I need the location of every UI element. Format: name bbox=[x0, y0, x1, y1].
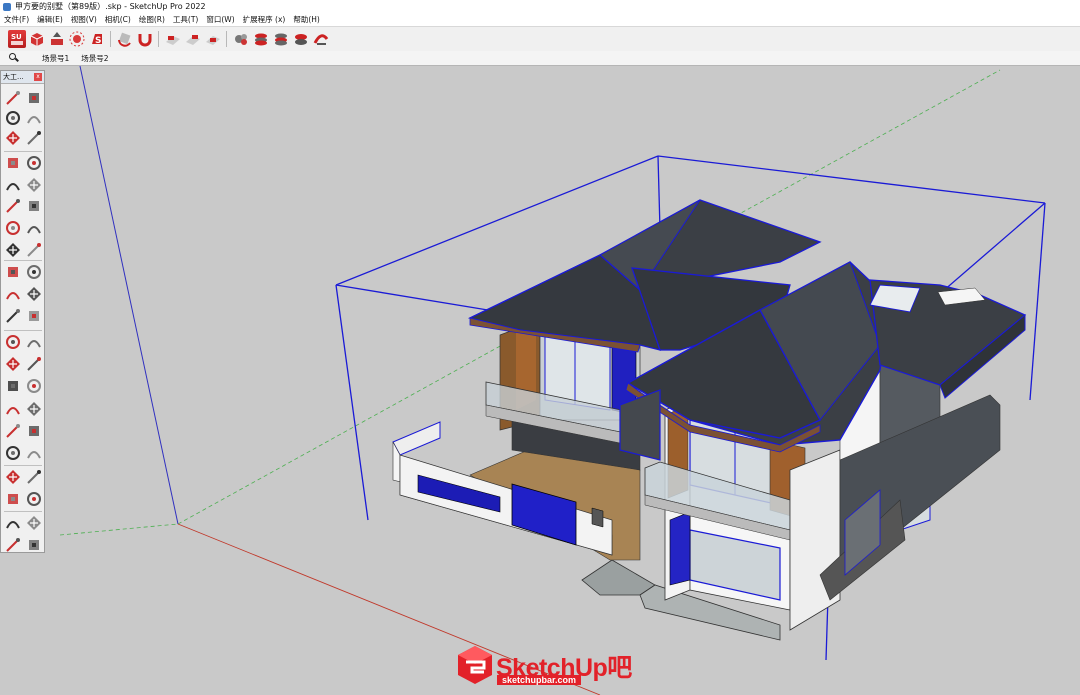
svg-text:S: S bbox=[95, 36, 101, 46]
move-icon[interactable] bbox=[4, 263, 22, 281]
magnet-icon[interactable] bbox=[136, 30, 154, 48]
palette-header: 大工... x bbox=[1, 71, 44, 84]
su-logo-icon[interactable]: SU bbox=[8, 30, 26, 48]
rectangle-icon[interactable] bbox=[4, 176, 22, 194]
sandbox-3-icon[interactable] bbox=[4, 536, 22, 554]
scale-icon[interactable] bbox=[4, 307, 22, 325]
close-icon[interactable]: x bbox=[34, 73, 42, 81]
orbit-icon[interactable] bbox=[25, 89, 43, 107]
scene-bar: 场景号1 场景号2 bbox=[0, 51, 1080, 66]
large-tool-set-palette: 大工... x bbox=[0, 70, 45, 553]
modeling-viewport[interactable] bbox=[0, 66, 1080, 695]
arc-2-icon[interactable] bbox=[25, 219, 43, 237]
layer-1-icon[interactable] bbox=[252, 30, 270, 48]
blue-axis bbox=[79, 66, 179, 525]
sandbox-1-icon[interactable] bbox=[4, 514, 22, 532]
push-pull-icon[interactable] bbox=[48, 30, 66, 48]
menu-draw[interactable]: 绘图(R) bbox=[135, 14, 169, 25]
select-icon[interactable] bbox=[4, 89, 22, 107]
stack-3-icon[interactable] bbox=[204, 30, 222, 48]
zoom-window-icon[interactable] bbox=[25, 422, 43, 440]
3d-text-icon[interactable] bbox=[25, 377, 43, 395]
scene-tab-2[interactable]: 场景号2 bbox=[75, 53, 114, 64]
polygon-icon[interactable] bbox=[25, 197, 43, 215]
menu-edit[interactable]: 编辑(E) bbox=[33, 14, 67, 25]
window-title: 甲方要的别墅（第89版）.skp - SketchUp Pro 2022 bbox=[15, 2, 206, 11]
svg-text:SU: SU bbox=[11, 33, 22, 41]
circle-icon[interactable] bbox=[4, 197, 22, 215]
sketchupbar-watermark: SketchUp吧 sketchupbar.com bbox=[456, 640, 632, 688]
walk-icon[interactable] bbox=[4, 490, 22, 508]
position-camera-icon[interactable] bbox=[4, 468, 22, 486]
scene-tab-1[interactable]: 场景号1 bbox=[36, 53, 75, 64]
menu-view[interactable]: 视图(V) bbox=[67, 14, 101, 25]
line-icon[interactable] bbox=[4, 154, 22, 172]
section-plane-icon[interactable] bbox=[25, 490, 43, 508]
sandbox-2-icon[interactable] bbox=[25, 514, 43, 532]
menu-window[interactable]: 窗口(W) bbox=[202, 14, 238, 25]
sketchup-app-icon bbox=[3, 2, 11, 11]
main-toolbar: SU S bbox=[0, 26, 1080, 52]
look-around-icon[interactable] bbox=[25, 468, 43, 486]
push-pull-icon[interactable] bbox=[25, 263, 43, 281]
dimension-icon[interactable] bbox=[25, 333, 43, 351]
menu-help[interactable]: 帮助(H) bbox=[289, 14, 324, 25]
search-icon[interactable] bbox=[8, 52, 20, 64]
ruby-icon[interactable]: S bbox=[88, 30, 106, 48]
component-icon[interactable] bbox=[4, 129, 22, 147]
title-bar: 甲方要的别墅（第89版）.skp - SketchUp Pro 2022 bbox=[0, 0, 1080, 13]
tag-icon[interactable] bbox=[25, 129, 43, 147]
sweep-icon[interactable] bbox=[312, 30, 330, 48]
sun-icon[interactable] bbox=[68, 30, 86, 48]
stack-1-icon[interactable] bbox=[164, 30, 182, 48]
menu-camera[interactable]: 相机(C) bbox=[101, 14, 135, 25]
paint-icon[interactable] bbox=[4, 109, 22, 127]
pan-icon[interactable] bbox=[25, 400, 43, 418]
follow-me-icon[interactable] bbox=[25, 285, 43, 303]
rotate-icon[interactable] bbox=[4, 285, 22, 303]
menu-file[interactable]: 文件(F) bbox=[0, 14, 33, 25]
text-icon[interactable] bbox=[25, 355, 43, 373]
layer-3-icon[interactable] bbox=[292, 30, 310, 48]
settings-icon[interactable] bbox=[232, 30, 250, 48]
menu-tools[interactable]: 工具(T) bbox=[169, 14, 202, 25]
previous-view-icon[interactable] bbox=[25, 444, 43, 462]
menu-extensions[interactable]: 扩展程序 (x) bbox=[239, 14, 290, 25]
zoom-extents-icon[interactable] bbox=[4, 444, 22, 462]
orbit-2-icon[interactable] bbox=[4, 400, 22, 418]
layer-2-icon[interactable] bbox=[272, 30, 290, 48]
green-axis-neg bbox=[59, 523, 179, 536]
stack-2-icon[interactable] bbox=[184, 30, 202, 48]
sketchup-logo-icon bbox=[458, 646, 492, 684]
palette-title: 大工... bbox=[3, 73, 24, 81]
box-icon[interactable] bbox=[28, 30, 46, 48]
offset-icon[interactable] bbox=[25, 307, 43, 325]
zoom-icon[interactable] bbox=[4, 422, 22, 440]
axes-icon[interactable] bbox=[4, 377, 22, 395]
tape-measure-icon[interactable] bbox=[4, 333, 22, 351]
sandbox-4-icon[interactable] bbox=[25, 536, 43, 554]
freehand-icon[interactable] bbox=[25, 154, 43, 172]
watermark-url: sketchupbar.com bbox=[497, 675, 582, 685]
protractor-icon[interactable] bbox=[4, 355, 22, 373]
pie-icon[interactable] bbox=[4, 241, 22, 259]
menu-bar: 文件(F) 编辑(E) 视图(V) 相机(C) 绘图(R) 工具(T) 窗口(W… bbox=[0, 13, 1080, 26]
eraser-icon[interactable] bbox=[25, 109, 43, 127]
arc-icon[interactable] bbox=[4, 219, 22, 237]
rotate-icon[interactable] bbox=[116, 30, 134, 48]
arc-3-icon[interactable] bbox=[25, 241, 43, 259]
model-scene bbox=[59, 66, 1046, 695]
rotated-rect-icon[interactable] bbox=[25, 176, 43, 194]
